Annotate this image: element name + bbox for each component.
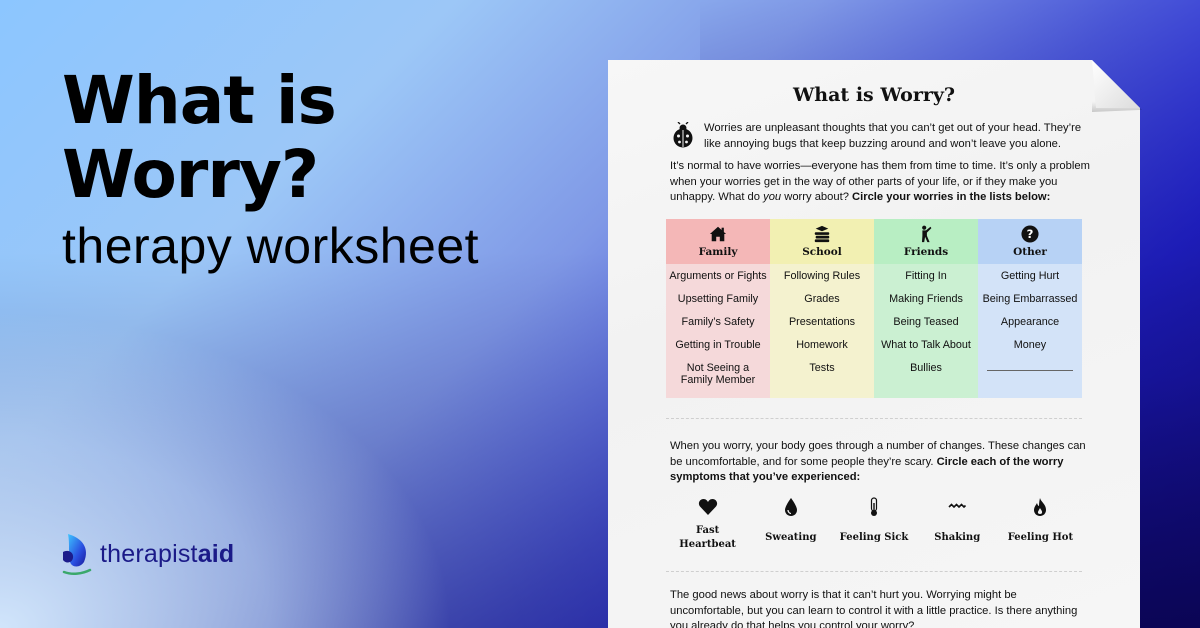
paragraph-body-changes: When you worry, your body goes through a… <box>670 440 1086 483</box>
category-school: School Following Rules Grades Presentati… <box>770 219 874 398</box>
heart-icon <box>698 499 717 515</box>
drop-icon <box>784 498 797 516</box>
symptoms-list: Fast Heartbeat Sweating Feeling Sick Sha… <box>666 497 1082 553</box>
category-header: School <box>770 219 874 264</box>
worry-item[interactable]: Arguments or Fights <box>667 270 768 293</box>
symptom-sweating[interactable]: Sweating <box>749 497 832 553</box>
category-header: Friends <box>874 219 978 264</box>
worry-item[interactable]: What to Talk About <box>879 339 973 362</box>
worry-item[interactable]: Making Friends <box>887 293 965 316</box>
worry-item[interactable]: Fitting In <box>903 270 948 293</box>
dashed-divider <box>666 418 1082 419</box>
wave-icon <box>948 503 967 509</box>
worry-item[interactable]: Not Seeing a Family Member <box>679 362 757 386</box>
worry-item[interactable]: Presentations <box>787 316 857 339</box>
dashed-divider <box>666 571 1082 572</box>
worry-item[interactable]: Family’s Safety <box>679 316 756 339</box>
write-in-blank-line[interactable] <box>987 370 1073 371</box>
brand-name: therapistaid <box>100 539 235 568</box>
worry-item[interactable]: Being Teased <box>891 316 960 339</box>
worry-categories-table: Family Arguments or Fights Upsetting Fam… <box>666 219 1082 398</box>
worry-item[interactable]: Money <box>1012 339 1048 362</box>
flame-icon <box>1034 498 1047 516</box>
paragraph-worries-normal: It’s normal to have worries—everyone has… <box>670 160 1090 203</box>
hero-title: What is Worry? <box>62 62 337 213</box>
intro: Worries are unpleasant thoughts that you… <box>672 120 1092 152</box>
paragraph-good-news: The good news about worry is that it can… <box>670 589 1078 628</box>
hero: What is Worry? therapy worksheet <box>62 64 482 276</box>
ladybug-icon <box>673 122 693 148</box>
worry-item[interactable]: Appearance <box>999 316 1061 339</box>
worry-item[interactable]: Grades <box>802 293 841 316</box>
books-icon <box>814 225 830 243</box>
symptom-shaking[interactable]: Shaking <box>916 497 999 553</box>
worry-item[interactable]: Tests <box>807 362 836 385</box>
thermometer-icon <box>870 497 878 516</box>
intro-text: Worries are unpleasant thoughts that you… <box>704 122 1082 150</box>
worry-item[interactable]: Bullies <box>908 362 944 385</box>
symptom-feeling-hot[interactable]: Feeling Hot <box>999 497 1082 553</box>
house-icon <box>709 226 727 242</box>
worry-item[interactable]: Following Rules <box>782 270 862 293</box>
category-friends: Friends Fitting In Making Friends Being … <box>874 219 978 398</box>
worksheet-title: What is Worry? <box>792 84 956 106</box>
butterfly-icon <box>62 534 92 575</box>
symptom-feeling-sick[interactable]: Feeling Sick <box>832 497 915 553</box>
worry-item[interactable]: Getting in Trouble <box>673 339 762 362</box>
category-other: ? Other Getting Hurt Being Embarrassed A… <box>978 219 1082 398</box>
category-family: Family Arguments or Fights Upsetting Fam… <box>666 219 770 398</box>
hero-subtitle: therapy worksheet <box>62 218 480 274</box>
worry-item[interactable]: Upsetting Family <box>676 293 760 316</box>
person-waving-icon <box>921 225 932 243</box>
category-header: ? Other <box>978 219 1082 264</box>
brand-logo[interactable]: therapistaid <box>60 532 234 576</box>
svg-text:?: ? <box>1027 227 1034 241</box>
category-header: Family <box>666 219 770 264</box>
question-circle-icon: ? <box>1021 225 1039 243</box>
worry-item[interactable]: Homework <box>794 339 850 362</box>
worry-item[interactable]: Getting Hurt <box>999 270 1061 293</box>
worry-item[interactable]: Being Embarrassed <box>981 293 1080 316</box>
symptom-fast-heartbeat[interactable]: Fast Heartbeat <box>666 497 749 553</box>
